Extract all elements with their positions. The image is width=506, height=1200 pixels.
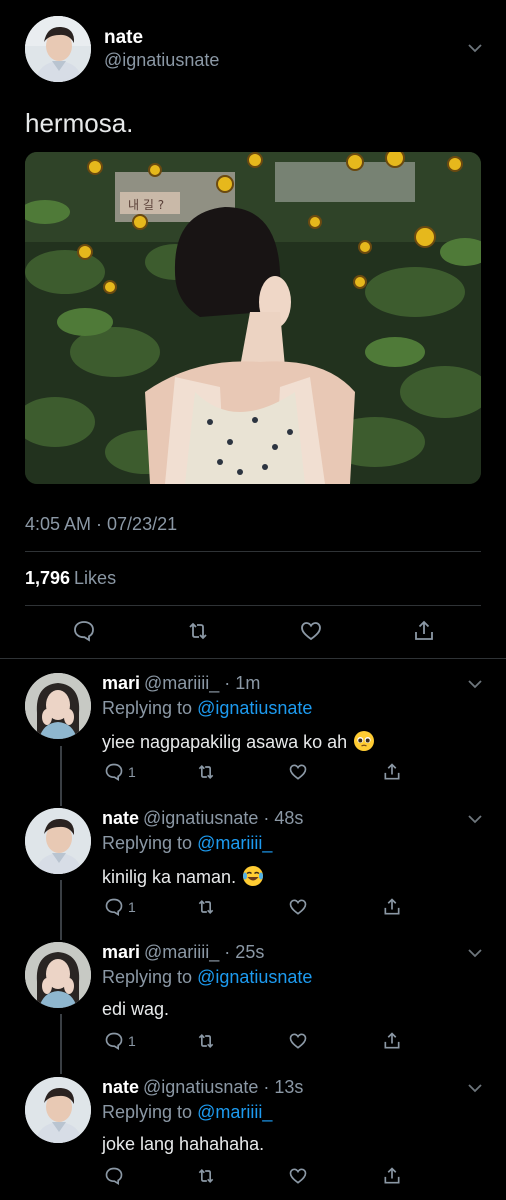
retweet-icon[interactable] <box>196 1031 216 1051</box>
reply-count: 1 <box>128 764 136 780</box>
reply-meta: @mariiii_ · 25s <box>144 942 265 962</box>
reply-header[interactable]: nate @ignatiusnate · 48s <box>102 808 303 829</box>
reply-text-content: joke lang hahahaha. <box>102 1134 265 1154</box>
likes-count: 1,796 <box>25 568 71 588</box>
reply-author-name[interactable]: mari <box>102 942 140 962</box>
mention-link[interactable]: @mariiii_ <box>197 1102 272 1122</box>
replying-to: Replying to @ignatiusnate <box>102 698 312 719</box>
author-handle[interactable]: @ignatiusnate <box>104 50 219 71</box>
divider <box>25 605 481 606</box>
like-heart-icon[interactable] <box>288 1031 308 1051</box>
retweet-icon[interactable] <box>196 762 216 782</box>
reply-header[interactable]: nate @ignatiusnate · 13s <box>102 1077 303 1098</box>
author-avatar[interactable] <box>25 16 91 82</box>
like-heart-icon[interactable] <box>288 897 308 917</box>
reply-text: kinilig ka naman. <box>102 865 264 888</box>
replying-prefix: Replying to <box>102 833 193 853</box>
reply-avatar[interactable] <box>25 808 91 874</box>
share-icon[interactable] <box>382 1166 402 1186</box>
reply-icon[interactable] <box>104 1166 124 1186</box>
chevron-down-icon[interactable] <box>467 1083 483 1093</box>
chevron-down-icon[interactable] <box>467 948 483 958</box>
replying-to: Replying to @mariiii_ <box>102 833 272 854</box>
replying-to: Replying to @mariiii_ <box>102 1102 272 1123</box>
reply-text: edi wag. <box>102 999 169 1020</box>
reply-text-content: kinilig ka naman. <box>102 867 237 887</box>
reply-header[interactable]: mari @mariiii_ · 1m <box>102 673 260 694</box>
replying-prefix: Replying to <box>102 1102 193 1122</box>
likes-summary[interactable]: 1,796 Likes <box>25 568 116 589</box>
reply-icon[interactable] <box>104 1031 124 1051</box>
photo-sign-text: 내 길 ? <box>128 198 164 212</box>
share-icon[interactable] <box>412 619 436 643</box>
reply-meta: @ignatiusnate · 48s <box>143 808 304 828</box>
reply-avatar[interactable] <box>25 673 91 739</box>
replying-to: Replying to @ignatiusnate <box>102 967 312 988</box>
thread-line <box>60 746 62 806</box>
tears-of-joy-emoji-icon <box>242 865 264 887</box>
tweet-text: hermosa. <box>25 108 134 138</box>
reply-count: 1 <box>128 1033 136 1049</box>
chevron-down-icon[interactable] <box>467 679 483 689</box>
divider <box>0 658 506 659</box>
reply-author-name[interactable]: nate <box>102 1077 139 1097</box>
thread-line <box>60 880 62 940</box>
reply-header[interactable]: mari @mariiii_ · 25s <box>102 942 264 963</box>
chevron-down-icon[interactable] <box>467 43 483 53</box>
tweet-timestamp[interactable]: 4:05 AM · 07/23/21 <box>25 514 177 535</box>
author-name[interactable]: nate <box>104 27 143 49</box>
share-icon[interactable] <box>382 1031 402 1051</box>
reply-text-content: edi wag. <box>102 999 170 1019</box>
divider <box>25 551 481 552</box>
reply-meta: @mariiii_ · 1m <box>144 673 261 693</box>
reply-author-name[interactable]: mari <box>102 673 140 693</box>
chevron-down-icon[interactable] <box>467 814 483 824</box>
thread-line <box>60 1014 62 1074</box>
retweet-icon[interactable] <box>186 619 210 643</box>
retweet-icon[interactable] <box>196 1166 216 1186</box>
replying-prefix: Replying to <box>102 698 193 718</box>
reply-author-name[interactable]: nate <box>102 808 139 828</box>
like-heart-icon[interactable] <box>288 762 308 782</box>
mention-link[interactable]: @ignatiusnate <box>197 698 312 718</box>
reply-text: joke lang hahahaha. <box>102 1134 264 1155</box>
reply-avatar[interactable] <box>25 942 91 1008</box>
reply-count: 1 <box>128 899 136 915</box>
reply-meta: @ignatiusnate · 13s <box>143 1077 304 1097</box>
mention-link[interactable]: @mariiii_ <box>197 833 272 853</box>
retweet-icon[interactable] <box>196 897 216 917</box>
reply-text-content: yiee nagpapakilig asawa ko ah <box>102 732 348 752</box>
like-heart-icon[interactable] <box>299 619 323 643</box>
like-heart-icon[interactable] <box>288 1166 308 1186</box>
pleading-face-emoji-icon <box>353 730 375 752</box>
reply-icon[interactable] <box>72 619 96 643</box>
reply-icon[interactable] <box>104 897 124 917</box>
mention-link[interactable]: @ignatiusnate <box>197 967 312 987</box>
share-icon[interactable] <box>382 897 402 917</box>
tweet-photo[interactable]: 내 길 ? <box>25 152 481 484</box>
reply-avatar[interactable] <box>25 1077 91 1143</box>
reply-icon[interactable] <box>104 762 124 782</box>
replying-prefix: Replying to <box>102 967 193 987</box>
likes-label: Likes <box>74 568 117 588</box>
reply-text: yiee nagpapakilig asawa ko ah <box>102 730 375 753</box>
share-icon[interactable] <box>382 762 402 782</box>
